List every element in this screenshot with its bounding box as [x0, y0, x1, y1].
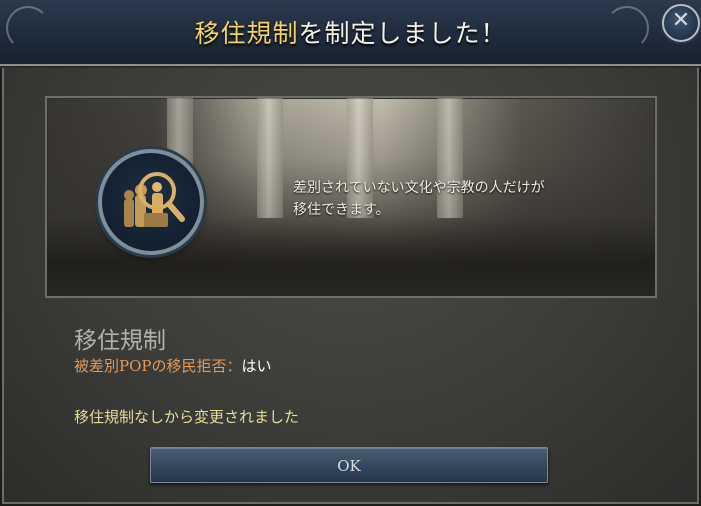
ok-button[interactable]: OK	[150, 447, 548, 483]
law-name: 移住規制	[74, 328, 166, 354]
magnifying-glass-migrant-icon	[98, 149, 204, 255]
law-enacted-dialog: 移住規制を制定しました！ ✕ 差別されていない文化や宗教の人だけが 移住できます…	[0, 0, 701, 506]
law-description-line-1: 差別されていない文化や宗教の人だけが	[293, 180, 545, 196]
law-description: 差別されていない文化や宗教の人だけが 移住できます。	[293, 177, 623, 221]
law-effect-value: はい	[241, 357, 272, 375]
close-button[interactable]: ✕	[662, 4, 700, 42]
dialog-title: 移住規制を制定しました！	[0, 14, 701, 50]
dialog-title-rest: を制定しました！	[298, 19, 507, 48]
ok-button-label: OK	[337, 457, 361, 475]
law-description-line-2: 移住できます。	[293, 202, 390, 218]
illustration-column	[257, 98, 283, 218]
law-effect: 被差別POPの移民拒否：はい	[74, 355, 272, 376]
dialog-title-highlight: 移住規制	[194, 19, 299, 48]
dialog-header: 移住規制を制定しました！	[0, 0, 701, 66]
close-icon: ✕	[671, 8, 691, 33]
law-change-note: 移住規制なしから変更されました	[74, 408, 300, 426]
law-effect-label: 被差別POPの移民拒否：	[74, 357, 242, 375]
